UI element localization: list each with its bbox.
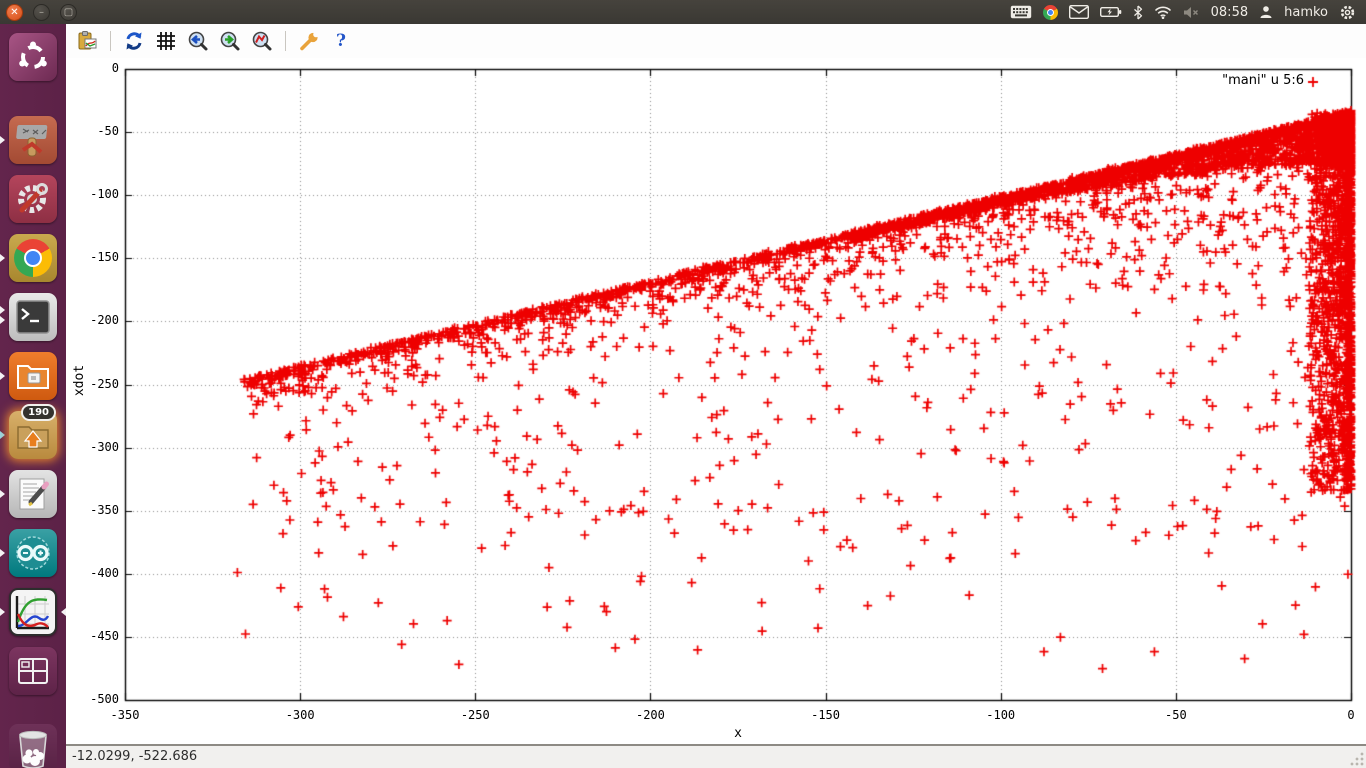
y-tick-label: -300 bbox=[66, 440, 119, 454]
y-tick-label: -450 bbox=[66, 629, 119, 643]
launcher-item-trash[interactable] bbox=[9, 724, 57, 768]
chrome-icon[interactable] bbox=[1043, 5, 1058, 20]
options-wrench-button[interactable] bbox=[296, 28, 322, 54]
x-tick-label: -100 bbox=[971, 708, 1031, 722]
x-tick-label: -250 bbox=[445, 708, 505, 722]
bluetooth-icon[interactable] bbox=[1133, 5, 1143, 20]
launcher-item-arduino[interactable] bbox=[9, 529, 57, 577]
y-axis-label: xdot bbox=[72, 365, 87, 396]
top-panel: ✕ – ▢ 08:58 bbox=[0, 0, 1366, 24]
zoom-previous-button[interactable] bbox=[185, 28, 211, 54]
x-tick-label: -150 bbox=[796, 708, 856, 722]
mouse-coordinates: -12.0299, -522.686 bbox=[72, 749, 197, 764]
y-tick-label: -150 bbox=[66, 250, 119, 264]
user-icon bbox=[1259, 5, 1273, 19]
launcher-item-dash-home[interactable] bbox=[9, 33, 57, 81]
mail-icon[interactable] bbox=[1069, 5, 1089, 19]
launcher-item-archive-upload[interactable]: 190 bbox=[9, 411, 57, 459]
launcher-item-gnuplot[interactable] bbox=[9, 588, 57, 636]
help-button[interactable]: ? bbox=[328, 28, 354, 54]
resize-grip[interactable] bbox=[1350, 752, 1364, 766]
y-tick-label: 0 bbox=[66, 61, 119, 75]
y-tick-label: -100 bbox=[66, 187, 119, 201]
chrome-icon bbox=[14, 239, 52, 277]
volume-muted-icon[interactable] bbox=[1183, 6, 1200, 19]
battery-charging-icon[interactable] bbox=[1100, 6, 1122, 18]
autoscale-button[interactable] bbox=[249, 28, 275, 54]
desktop: ✕ – ▢ 08:58 bbox=[0, 0, 1366, 768]
wifi-icon[interactable] bbox=[1154, 6, 1172, 19]
y-tick-label: -500 bbox=[66, 692, 119, 706]
launcher-item-chrome[interactable] bbox=[9, 234, 57, 282]
launcher-item-workspace-switcher[interactable] bbox=[9, 647, 57, 695]
x-tick-label: -200 bbox=[620, 708, 680, 722]
y-tick-label: -400 bbox=[66, 566, 119, 580]
x-tick-label: -300 bbox=[270, 708, 330, 722]
minimize-button[interactable]: – bbox=[33, 4, 50, 21]
indicator-area: 08:58 hamko bbox=[1010, 4, 1366, 21]
gnuplot-toolbar: ? bbox=[66, 24, 1366, 58]
update-count-badge: 190 bbox=[21, 404, 56, 421]
launcher-item-terminal[interactable] bbox=[9, 293, 57, 341]
close-button[interactable]: ✕ bbox=[6, 4, 23, 21]
refresh-button[interactable] bbox=[121, 28, 147, 54]
copy-plot-button[interactable] bbox=[74, 28, 100, 54]
launcher-item-file-manager[interactable] bbox=[9, 352, 57, 400]
scatter-canvas[interactable] bbox=[66, 58, 1366, 744]
x-tick-label: 0 bbox=[1321, 708, 1366, 722]
power-gear-icon[interactable] bbox=[1339, 4, 1356, 21]
plot-area: -350-300-250-200-150-100-5000-50-100-150… bbox=[66, 58, 1366, 744]
unity-launcher: 190 bbox=[0, 24, 66, 768]
window-controls: ✕ – ▢ bbox=[0, 4, 90, 21]
keyboard-icon[interactable] bbox=[1010, 5, 1032, 19]
zoom-next-button[interactable] bbox=[217, 28, 243, 54]
y-tick-label: -350 bbox=[66, 503, 119, 517]
y-tick-label: -50 bbox=[66, 124, 119, 138]
launcher-item-text-editor[interactable] bbox=[9, 470, 57, 518]
launcher-item-system-settings[interactable] bbox=[9, 175, 57, 223]
x-axis-label: x bbox=[708, 726, 768, 741]
x-tick-label: -50 bbox=[1146, 708, 1206, 722]
username[interactable]: hamko bbox=[1284, 5, 1328, 20]
x-tick-label: -350 bbox=[95, 708, 155, 722]
maximize-button[interactable]: ▢ bbox=[60, 4, 77, 21]
launcher-item-language-app[interactable] bbox=[9, 116, 57, 164]
legend-label: "mani" u 5:6 bbox=[1222, 73, 1304, 88]
clock[interactable]: 08:58 bbox=[1211, 5, 1248, 20]
grid-button[interactable] bbox=[153, 28, 179, 54]
gnuplot-window: ? -350-300-250-200-150-100-5000-50-100-1… bbox=[66, 24, 1366, 768]
y-tick-label: -200 bbox=[66, 313, 119, 327]
gnuplot-statusbar: -12.0299, -522.686 bbox=[66, 744, 1366, 768]
